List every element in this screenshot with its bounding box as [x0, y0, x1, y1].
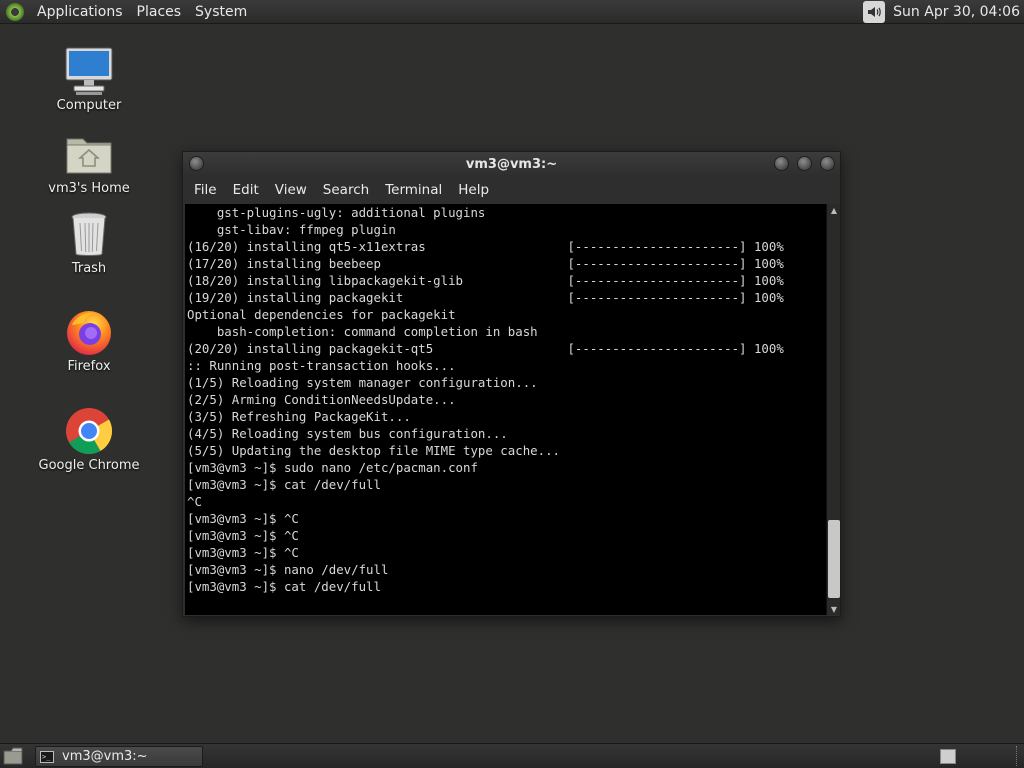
minimize-button[interactable]	[774, 156, 789, 171]
terminal-line: (1/5) Reloading system manager configura…	[187, 375, 538, 390]
terminal-line: (5/5) Updating the desktop file MIME typ…	[187, 443, 560, 458]
top-panel: Applications Places System Sun Apr 30, 0…	[0, 0, 1024, 24]
places-menu[interactable]: Places	[130, 1, 189, 23]
desktop-icon-label: Google Chrome	[38, 458, 140, 473]
window-titlebar[interactable]: vm3@vm3:~	[183, 152, 840, 176]
firefox-icon	[64, 307, 114, 357]
panel-tray: Sun Apr 30, 04:06	[863, 0, 1024, 23]
maximize-button[interactable]	[797, 156, 812, 171]
volume-icon[interactable]	[863, 0, 886, 23]
terminal-line: (3/5) Refreshing PackageKit...	[187, 409, 411, 424]
terminal-line: [vm3@vm3 ~]$ ^C	[187, 545, 299, 560]
terminal-menubar: File Edit View Search Terminal Help	[183, 176, 840, 204]
terminal-line: ^C	[187, 494, 202, 509]
workspace-switcher[interactable]	[940, 749, 956, 764]
desktop-icon-label: Computer	[56, 98, 122, 113]
close-button[interactable]	[820, 156, 835, 171]
home-folder-icon	[64, 129, 114, 179]
menu-view[interactable]: View	[267, 182, 315, 198]
clock[interactable]: Sun Apr 30, 04:06	[893, 4, 1024, 20]
desktop-icon-chrome[interactable]: Google Chrome	[29, 406, 149, 473]
chrome-icon	[64, 406, 114, 456]
desktop-icon-computer[interactable]: Computer	[29, 46, 149, 113]
terminal-line: [vm3@vm3 ~]$ cat /dev/full	[187, 477, 381, 492]
desktop-icon-trash[interactable]: Trash	[29, 209, 149, 276]
trash-icon	[64, 209, 114, 259]
scroll-down-icon[interactable]: ▼	[827, 603, 841, 615]
terminal-line: (20/20) installing packagekit-qt5 [-----…	[187, 341, 784, 356]
menu-search[interactable]: Search	[315, 182, 377, 198]
terminal-line: (18/20) installing libpackagekit-glib [-…	[187, 273, 784, 288]
scroll-up-icon[interactable]: ▲	[827, 204, 841, 216]
terminal-line: [vm3@vm3 ~]$ ^C	[187, 511, 299, 526]
menu-help[interactable]: Help	[450, 182, 497, 198]
applications-menu[interactable]: Applications	[30, 1, 130, 23]
menu-edit[interactable]: Edit	[225, 182, 267, 198]
window-title: vm3@vm3:~	[465, 156, 558, 172]
terminal-line: bash-completion: command completion in b…	[187, 324, 538, 339]
distro-logo-icon[interactable]	[6, 2, 24, 21]
bottom-panel: >_ vm3@vm3:~	[0, 743, 1024, 768]
taskbar-window-label: vm3@vm3:~	[62, 749, 148, 764]
terminal-line: (19/20) installing packagekit [---------…	[187, 290, 784, 305]
terminal-line: (4/5) Reloading system bus configuration…	[187, 426, 508, 441]
desktop-icon-label: vm3's Home	[48, 181, 130, 196]
menu-file[interactable]: File	[186, 182, 225, 198]
terminal-line: [vm3@vm3 ~]$ sudo nano /etc/pacman.conf	[187, 460, 478, 475]
desktop-icon-label: Firefox	[67, 359, 111, 374]
terminal-window[interactable]: vm3@vm3:~ File Edit View Search Terminal…	[182, 151, 841, 617]
panel-handle	[1016, 746, 1021, 766]
system-menu[interactable]: System	[188, 1, 254, 23]
desktop-icon-home[interactable]: vm3's Home	[29, 129, 149, 196]
desktop-icon-firefox[interactable]: Firefox	[29, 307, 149, 374]
terminal-line: gst-plugins-ugly: additional plugins	[187, 205, 486, 220]
terminal-line: [vm3@vm3 ~]$ nano /dev/full	[187, 562, 389, 577]
terminal-line: [vm3@vm3 ~]$ ^C	[187, 528, 299, 543]
terminal-line: Optional dependencies for packagekit	[187, 307, 456, 322]
show-desktop-icon[interactable]	[3, 747, 23, 765]
menu-terminal[interactable]: Terminal	[377, 182, 450, 198]
computer-icon	[64, 46, 114, 96]
desktop-icon-label: Trash	[71, 261, 107, 276]
terminal-line: (2/5) Arming ConditionNeedsUpdate...	[187, 392, 456, 407]
terminal-line: [vm3@vm3 ~]$ cat /dev/full	[187, 579, 381, 594]
terminal-line: (16/20) installing qt5-x11extras [------…	[187, 239, 784, 254]
terminal-output[interactable]: gst-plugins-ugly: additional plugins gst…	[185, 204, 826, 615]
terminal-line: gst-libav: ffmpeg plugin	[187, 222, 396, 237]
terminal-icon: >_	[40, 750, 54, 763]
taskbar-window-button[interactable]: >_ vm3@vm3:~	[35, 746, 203, 767]
terminal-line: :: Running post-transaction hooks...	[187, 358, 456, 373]
terminal-line: (17/20) installing beebeep [------------…	[187, 256, 784, 271]
terminal-scrollbar[interactable]: ▲ ▼	[826, 204, 840, 615]
scrollbar-thumb[interactable]	[828, 520, 840, 598]
